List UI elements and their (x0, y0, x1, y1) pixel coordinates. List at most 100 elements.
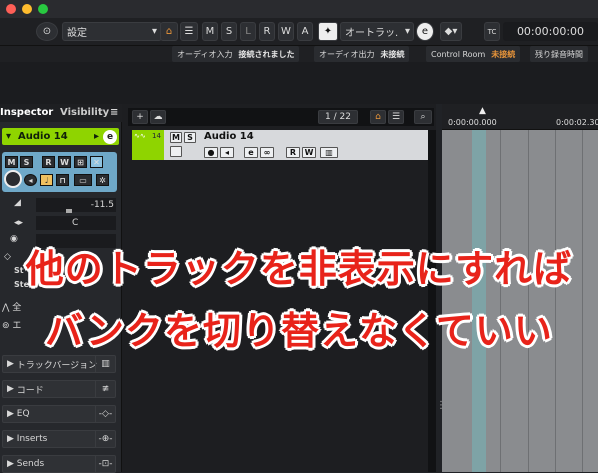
section-sends[interactable]: ▶ Sends -⊡- (2, 455, 116, 473)
waveform-icon: ∿∿ (134, 132, 146, 140)
home-icon[interactable]: ⌂ (160, 22, 178, 41)
tab-visibility[interactable]: Visibility (60, 107, 109, 118)
monitor-icon[interactable]: ◂ (24, 174, 37, 186)
read-button[interactable]: R (42, 156, 55, 168)
record-enable-button[interactable] (4, 170, 22, 188)
control-room-value: 未接続 (491, 49, 516, 59)
chords-icon: ≢ (95, 381, 115, 397)
inspector-track-name[interactable]: ▾ Audio 14 ▸ e (2, 128, 119, 145)
inserts-icon: -⊕- (95, 431, 115, 447)
caption-line-1: 他のトラックを非表示にすれば (25, 247, 573, 291)
automation-mode-select[interactable]: オートラッ. ▾ (340, 22, 414, 41)
collapse-arrow-icon: ▾ (6, 131, 12, 142)
track-number: 14 (152, 132, 161, 140)
constrain-delay-icon[interactable]: ⊙ (36, 22, 58, 41)
track-counter: 1 / 22 (318, 110, 358, 124)
tc-label[interactable]: TC (484, 22, 500, 41)
section-track-versions[interactable]: ▶ トラックバージョン ▥ (2, 355, 116, 373)
status-bar: オーディオ入力 接続されました オーディオ出力 未接続 Control Room… (0, 46, 598, 62)
link-icon[interactable]: ∞ (260, 147, 274, 158)
list-icon[interactable]: ☰ (180, 22, 198, 41)
control-room-label: Control Room (431, 49, 486, 59)
title-bar (0, 0, 598, 18)
lane-icon[interactable]: ▭ (74, 174, 92, 186)
section-eq[interactable]: ▶ EQ -◇- (2, 405, 116, 423)
record-enable-icon[interactable]: ● (204, 147, 218, 158)
close-window-icon[interactable] (6, 4, 16, 14)
track-presets-icon[interactable]: ☁ (150, 110, 166, 124)
sends-icon: -⊡- (95, 456, 115, 472)
audio-output-value: 未接続 (380, 49, 405, 59)
read-button[interactable]: R (259, 22, 275, 41)
write-button[interactable]: W (302, 147, 316, 158)
main-toolbar: ⊙ 設定 ▾ ⌂ ☰ M S L R W A ✦ オートラッ. ▾ e ◆▾ T… (0, 18, 598, 46)
audio-input-status[interactable]: オーディオ入力 接続されました (172, 46, 300, 62)
solo-label: S (225, 26, 233, 37)
remaining-record-label: 残り録音時間 (535, 49, 583, 59)
solo-button[interactable]: S (20, 156, 33, 168)
read-label: R (263, 26, 271, 37)
section-inserts[interactable]: ▶ Inserts -⊕- (2, 430, 116, 448)
project-field[interactable]: 設定 ▾ (62, 22, 162, 41)
volume-slider[interactable]: -11.5 (36, 198, 116, 213)
audio-output-status[interactable]: オーディオ出力 未接続 (314, 46, 410, 62)
lanes-icon[interactable]: ▥ (320, 147, 338, 158)
mute-button[interactable]: M (202, 22, 218, 41)
track-color-strip: ∿∿ 14 (132, 130, 164, 160)
section-chords[interactable]: ▶ コード ≢ (2, 380, 116, 398)
read-button[interactable]: R (286, 147, 300, 158)
tc-text: TC (487, 27, 497, 36)
search-icon[interactable]: ⌕ (414, 110, 432, 124)
listen-button[interactable]: L (240, 22, 256, 41)
edit-channel-icon[interactable]: e (244, 147, 258, 158)
volume-handle[interactable] (66, 209, 72, 213)
freeze-icon[interactable]: ⊞ (74, 156, 87, 168)
automation-mode-icon[interactable]: ✦ (318, 22, 338, 41)
pan-icon: ◂▸ (14, 218, 24, 228)
timecode-display[interactable]: 00:00:00:00 (503, 22, 598, 41)
track-counter-label: 1 / 22 (325, 112, 351, 122)
write-button[interactable]: W (58, 156, 71, 168)
inspector-tabs: Inspector Visibility ≡ (0, 104, 122, 122)
track-name[interactable]: Audio 14 (204, 131, 254, 142)
inspector-track-name-label: Audio 14 (18, 131, 68, 142)
note-icon[interactable]: ♩ (40, 174, 53, 186)
track-solo-button[interactable]: S (184, 132, 196, 143)
zoom-window-icon[interactable] (38, 4, 48, 14)
listen-label: L (245, 26, 251, 37)
control-room-status[interactable]: Control Room 未接続 (426, 46, 521, 62)
pan-slider[interactable]: C (36, 216, 116, 230)
time-ruler[interactable]: 0:00:00.000 0:00:02.30 ▲ (442, 104, 598, 130)
monitor-icon[interactable]: ◂ (220, 147, 234, 158)
settings-icon[interactable]: ✲ (96, 174, 109, 186)
add-track-icon[interactable]: + (132, 110, 148, 124)
section-eq-label: EQ (16, 409, 30, 419)
list-icon[interactable]: ☰ (388, 110, 404, 124)
minimize-window-icon[interactable] (22, 4, 32, 14)
automation-mode-label: オートラッ. (345, 28, 399, 39)
section-sends-label: Sends (16, 459, 45, 469)
edit-icon[interactable]: e (416, 22, 434, 41)
timecode-value: 00:00:00:00 (516, 25, 585, 38)
menu-icon[interactable]: ≡ (110, 107, 118, 118)
solo-button[interactable]: S (221, 22, 237, 41)
chevron-down-icon: ▾ (404, 26, 410, 37)
track-folder-toggle[interactable] (170, 146, 182, 157)
caption-line-2: バンクを切り替えなくていい (45, 309, 553, 353)
cursor-marker-icon[interactable]: ▲ (479, 106, 486, 116)
automation-button[interactable]: A (297, 22, 313, 41)
bypass-icon[interactable]: ✕ (90, 156, 103, 168)
mute-button[interactable]: M (5, 156, 18, 168)
lock-icon[interactable]: ⊓ (56, 174, 69, 186)
volume-icon: ◢ (14, 198, 21, 208)
remaining-record-time[interactable]: 残り録音時間 (530, 46, 588, 62)
write-button[interactable]: W (278, 22, 294, 41)
pan-value: C (72, 218, 79, 228)
track-mute-button[interactable]: M (170, 132, 182, 143)
tab-inspector[interactable]: Inspector (0, 107, 53, 118)
snap-icon[interactable]: ◆▾ (440, 22, 462, 41)
ruler-mark-start: 0:00:00.000 (448, 118, 497, 127)
edit-channel-icon[interactable]: e (103, 129, 117, 144)
home-icon[interactable]: ⌂ (370, 110, 386, 124)
mute-label: M (205, 26, 215, 37)
